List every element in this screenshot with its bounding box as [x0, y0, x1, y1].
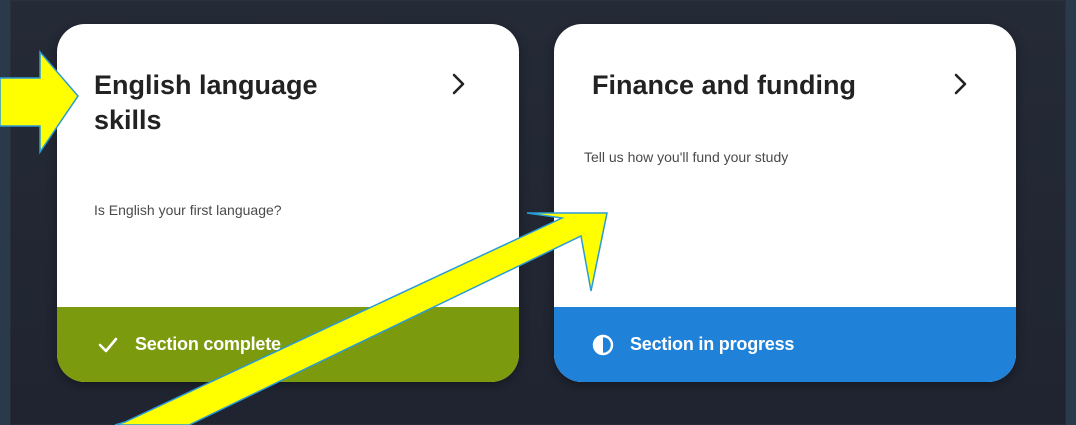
status-label: Section complete — [135, 334, 281, 354]
half-circle-icon — [592, 334, 614, 355]
finance-and-funding-card[interactable]: Finance and funding Tell us how you'll f… — [554, 24, 1016, 382]
english-language-skills-card[interactable]: English language skills Is English your … — [57, 24, 519, 382]
status-bar-complete: Section complete — [57, 307, 519, 382]
checkmark-icon — [98, 337, 118, 352]
chevron-right-icon[interactable] — [953, 71, 969, 97]
card-title: Finance and funding — [592, 70, 856, 100]
chevron-right-icon[interactable] — [451, 71, 467, 97]
card-description: Tell us how you'll fund your study — [584, 149, 789, 165]
status-bar-in-progress: Section in progress — [554, 307, 1016, 382]
status-label: Section in progress — [630, 334, 795, 354]
card-description: Is English your first language? — [94, 202, 282, 218]
card-title: English language skills — [94, 70, 318, 135]
